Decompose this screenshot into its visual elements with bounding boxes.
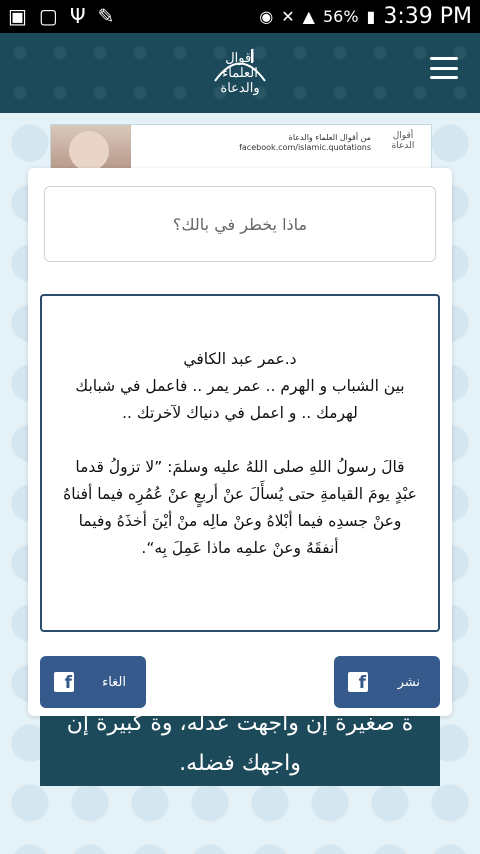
post-text-box[interactable]: د.عمر عبد الكافي بين الشباب و الهرم .. ع…	[40, 294, 440, 632]
battery-percent: 56%	[322, 7, 359, 26]
cancel-button-label: الغاء	[102, 674, 126, 690]
banner-text: من أقوال العلماء والدعاة facebook.com/is…	[239, 133, 371, 152]
share-button-label: نشر	[397, 674, 420, 690]
battery-icon: ▮	[366, 7, 376, 26]
clock: 3:39 PM	[383, 4, 472, 29]
signal-icon: ▲	[302, 7, 315, 26]
app-logo: أقوال العلماء والدعاة	[200, 41, 280, 105]
eye-icon: ◉	[259, 7, 274, 26]
facebook-icon: f	[54, 672, 74, 692]
share-button[interactable]: f نشر	[334, 656, 440, 708]
notification-icons: ▣ ▢ Ψ ✎	[0, 0, 114, 33]
logo-emblem-icon	[214, 49, 266, 82]
usb-icon: Ψ	[69, 4, 86, 28]
mute-icon: ✕	[281, 7, 295, 26]
facebook-icon: f	[348, 672, 368, 692]
status-input[interactable]: ماذا يخطر في بالك؟	[44, 186, 436, 262]
banner-portrait	[51, 125, 131, 169]
cancel-button[interactable]: f الغاء	[40, 656, 146, 708]
background-post-line-2: واجهك فضله.	[179, 751, 301, 776]
system-icons: ◉ ✕ ▲ 56% ▮ 3:39 PM	[259, 4, 480, 29]
pen-icon: ✎	[97, 4, 115, 28]
app-header: أقوال العلماء والدعاة	[0, 33, 480, 113]
hamburger-icon[interactable]	[430, 57, 458, 79]
cover-banner: من أقوال العلماء والدعاة facebook.com/is…	[50, 124, 432, 170]
banner-logo: أقوال الدعاة	[391, 131, 415, 151]
chat-icon: ▢	[38, 4, 58, 28]
briefcase-icon: ▣	[8, 4, 27, 28]
status-bar: ▣ ▢ Ψ ✎ ◉ ✕ ▲ 56% ▮ 3:39 PM	[0, 0, 480, 33]
